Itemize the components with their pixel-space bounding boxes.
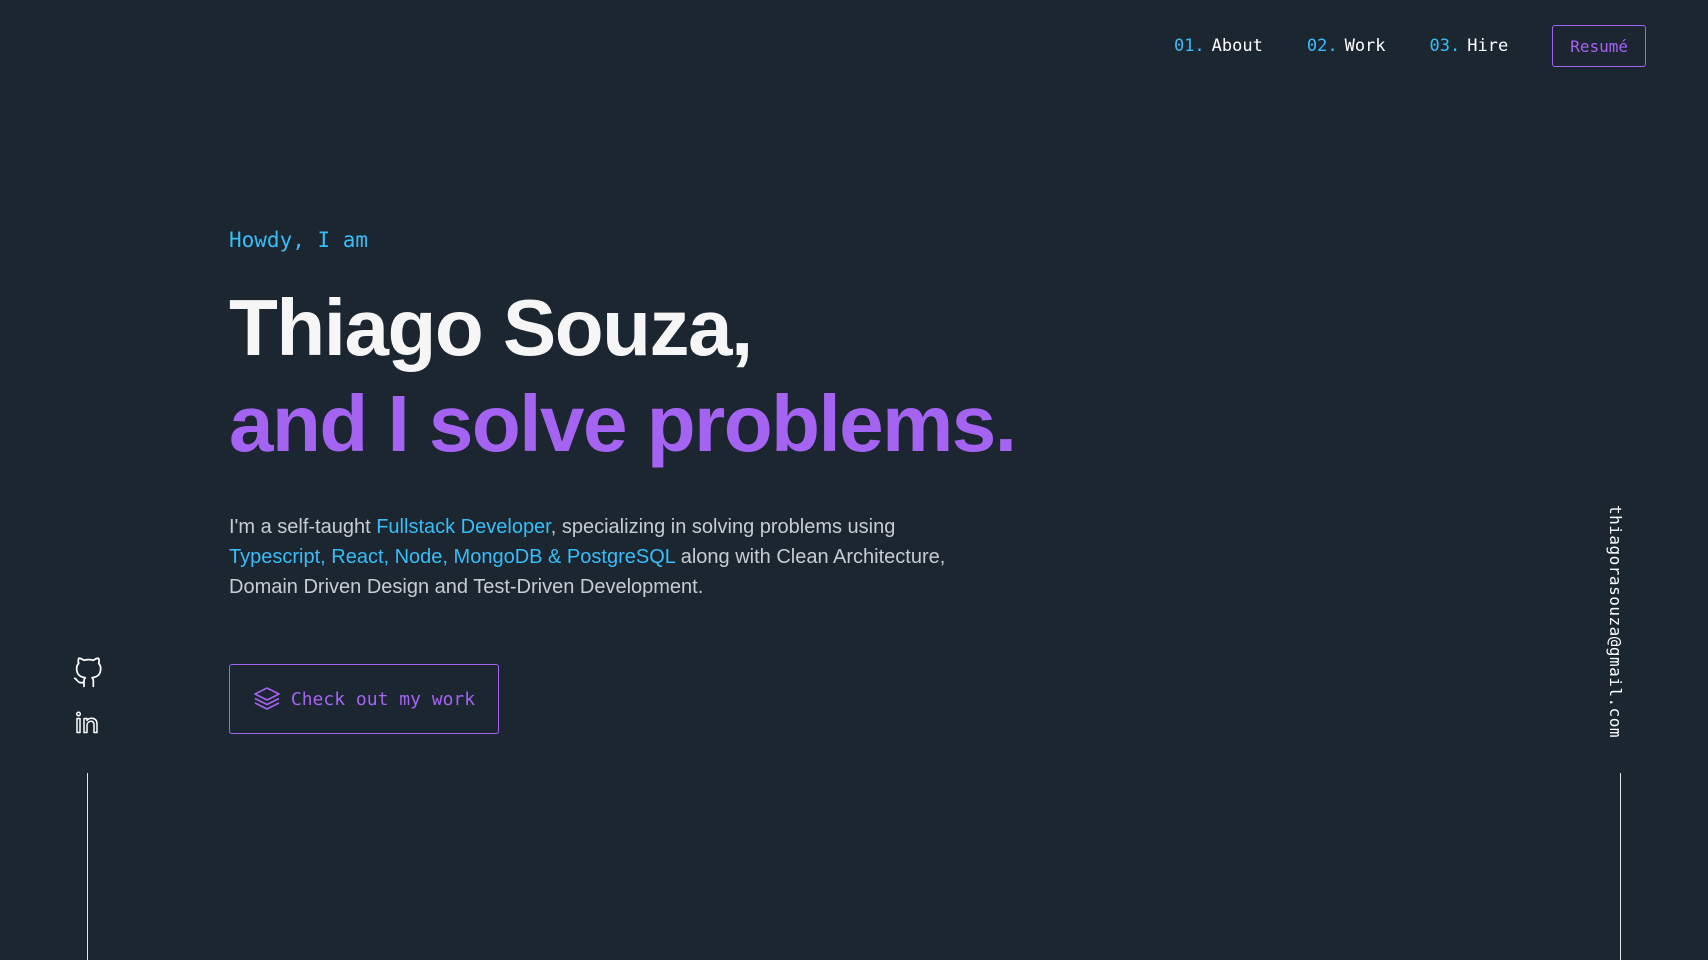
nav-number: 03.	[1429, 36, 1461, 56]
social-links	[72, 657, 104, 735]
hero-section: Howdy, I am Thiago Souza, and I solve pr…	[229, 222, 1329, 734]
bio-text: , specializing in solving problems using	[550, 516, 896, 538]
greeting-text: Howdy, I am	[229, 228, 369, 252]
top-nav: 01. About 02. Work 03. Hire Resumé	[1174, 25, 1646, 67]
bio-text: I'm a self-taught	[229, 516, 377, 538]
layers-icon	[253, 686, 281, 712]
nav-number: 01.	[1173, 36, 1205, 56]
bio-highlight-stack: Typescript, React, Node, MongoDB & Postg…	[229, 546, 676, 568]
check-out-work-button[interactable]: Check out my work	[229, 664, 499, 734]
nav-link-work[interactable]: 02. Work	[1307, 36, 1386, 56]
resume-button[interactable]: Resumé	[1552, 25, 1646, 67]
bio-paragraph: I'm a self-taught Fullstack Developer, s…	[229, 512, 969, 602]
github-icon	[72, 657, 104, 689]
nav-number: 02.	[1306, 36, 1338, 56]
email-link[interactable]: thiagorasouza@gmail.com	[1606, 505, 1625, 738]
bio-highlight-role: Fullstack Developer	[376, 516, 551, 538]
linkedin-icon	[75, 711, 101, 735]
hero-tagline: and I solve problems.	[229, 379, 1017, 468]
hero-name: Thiago Souza,	[229, 283, 753, 372]
nav-label: Hire	[1467, 36, 1509, 56]
nav-link-about[interactable]: 01. About	[1174, 36, 1263, 56]
nav-label: Work	[1344, 36, 1386, 56]
right-divider-line	[1620, 773, 1621, 960]
github-link[interactable]	[72, 657, 104, 689]
nav-label: About	[1211, 36, 1263, 56]
cta-label: Check out my work	[290, 688, 476, 710]
left-divider-line	[87, 773, 88, 960]
linkedin-link[interactable]	[75, 711, 101, 735]
nav-link-hire[interactable]: 03. Hire	[1430, 36, 1509, 56]
